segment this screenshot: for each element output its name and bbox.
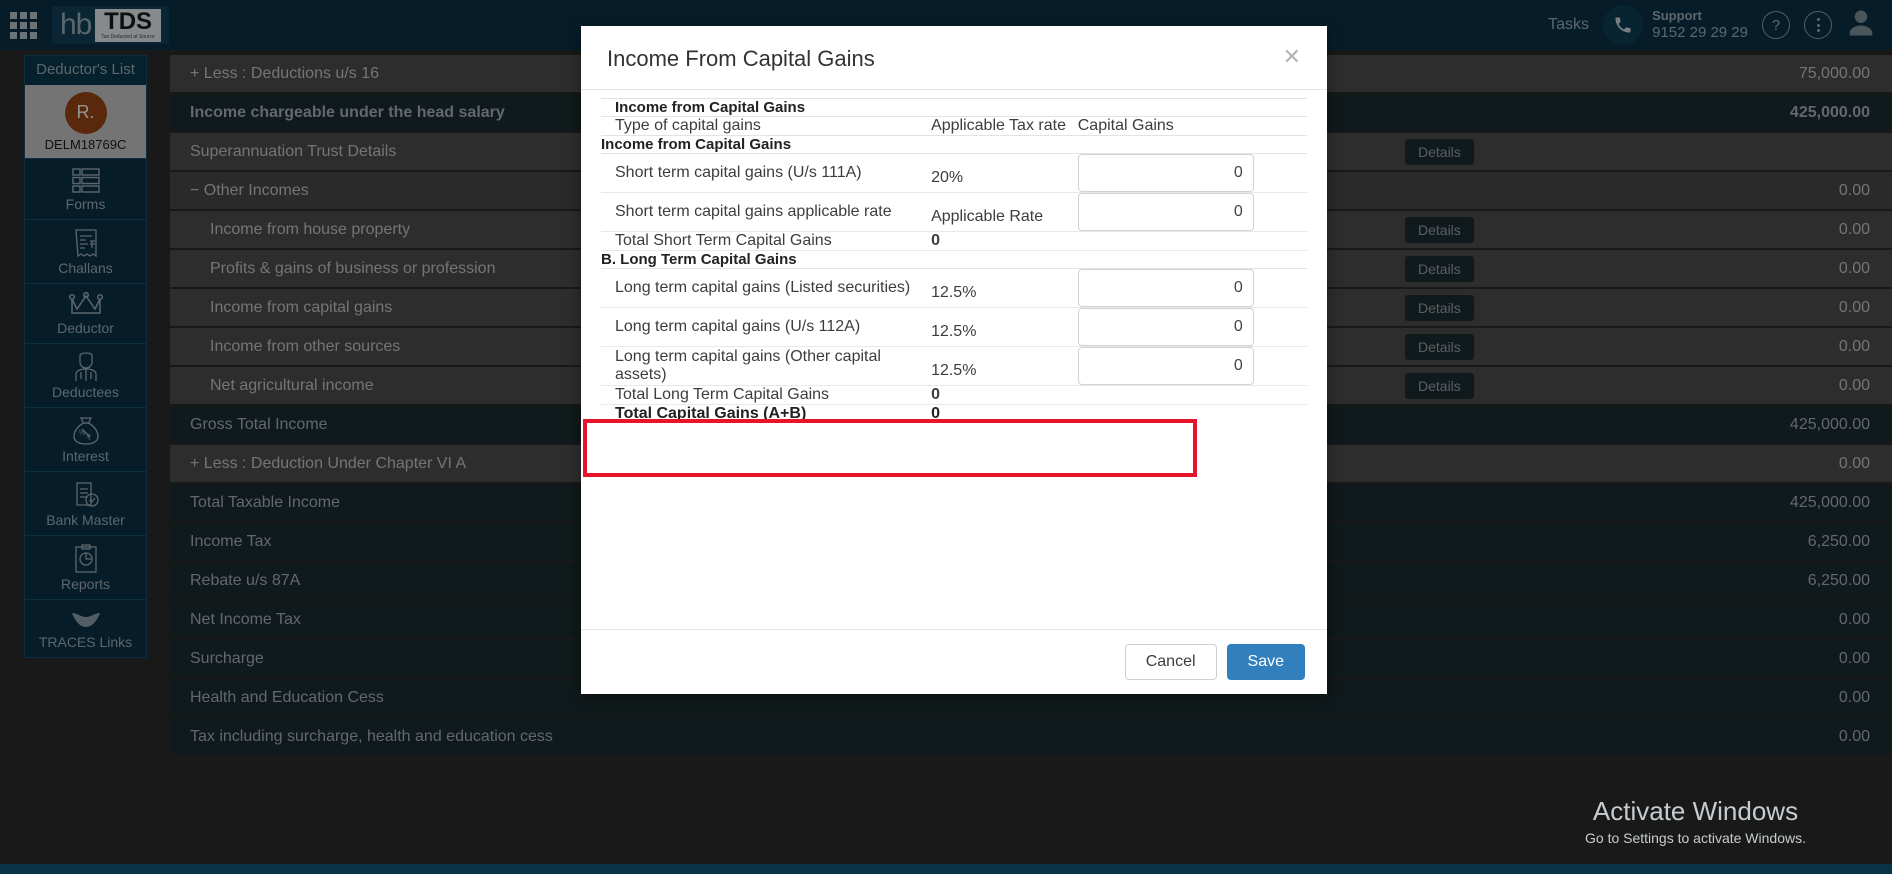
- section-a-title: Income from Capital Gains: [601, 135, 1307, 154]
- row-input-cell: [1077, 153, 1307, 193]
- modal-header: Income From Capital Gains ✕: [581, 26, 1327, 90]
- long-term-row: Long term capital gains (Listed securiti…: [601, 268, 1307, 308]
- row-rate: 12.5%: [931, 346, 1078, 386]
- section-a-header-row: Income from Capital Gains: [601, 135, 1307, 154]
- column-header-row: Type of capital gains Applicable Tax rate…: [601, 116, 1307, 136]
- total-value: 0: [931, 385, 1078, 405]
- capital-gains-input[interactable]: [1077, 269, 1254, 307]
- total-label: Total Short Term Capital Gains: [601, 231, 932, 251]
- capital-gains-input[interactable]: [1077, 154, 1254, 192]
- row-rate: Applicable Rate: [931, 192, 1078, 232]
- grand-spacer: [1078, 405, 1307, 424]
- row-input-cell: [1077, 346, 1307, 386]
- row-label: Short term capital gains applicable rate: [601, 192, 932, 232]
- modal-footer: Cancel Save: [581, 629, 1327, 694]
- total-label: Total Long Term Capital Gains: [601, 385, 932, 405]
- row-label: Long term capital gains (Other capital a…: [601, 346, 932, 386]
- modal-title: Income From Capital Gains: [607, 46, 875, 71]
- long-term-total-row: Total Long Term Capital Gains 0: [601, 385, 1307, 405]
- capital-gains-input[interactable]: [1077, 308, 1254, 346]
- grand-total-row: Total Capital Gains (A+B) 0: [601, 405, 1307, 424]
- section-header-row: Income from Capital Gains: [601, 98, 1307, 117]
- total-spacer: [1077, 231, 1307, 251]
- app-root: hb TDS Tax Deducted at Source Tasks Supp…: [0, 0, 1892, 874]
- cancel-button[interactable]: Cancel: [1124, 644, 1217, 680]
- row-input-cell: [1077, 192, 1307, 232]
- grand-total-label: Total Capital Gains (A+B): [615, 405, 807, 422]
- long-term-row: Long term capital gains (U/s 112A) 12.5%: [601, 307, 1307, 347]
- row-rate: 12.5%: [931, 307, 1078, 347]
- column-header-type: Type of capital gains: [601, 116, 932, 136]
- row-label: Long term capital gains (Listed securiti…: [601, 268, 932, 308]
- short-term-total-row: Total Short Term Capital Gains 0: [601, 231, 1307, 251]
- bottom-strip: [0, 864, 1892, 874]
- modal-body: Income from Capital Gains Type of capital…: [581, 90, 1327, 629]
- long-term-row: Long term capital gains (Other capital a…: [601, 346, 1307, 386]
- capital-gains-input[interactable]: [1077, 347, 1254, 385]
- row-rate: 12.5%: [931, 268, 1078, 308]
- row-rate: 20%: [931, 153, 1078, 193]
- capital-gains-modal: Income From Capital Gains ✕ Income from …: [581, 26, 1327, 694]
- total-spacer: [1077, 385, 1307, 405]
- short-term-row: Short term capital gains applicable rate…: [601, 192, 1307, 232]
- row-input-cell: [1077, 268, 1307, 308]
- section-b-title: B. Long Term Capital Gains: [601, 250, 1307, 269]
- capital-gains-table: Income from Capital Gains Type of capital…: [601, 98, 1307, 423]
- total-value: 0: [931, 231, 1078, 251]
- save-button[interactable]: Save: [1226, 644, 1305, 680]
- close-icon[interactable]: ✕: [1283, 46, 1301, 68]
- row-input-cell: [1077, 307, 1307, 347]
- row-label: Short term capital gains (U/s 111A): [601, 153, 932, 193]
- column-header-rate: Applicable Tax rate: [931, 116, 1078, 136]
- grand-total-value: 0: [931, 405, 940, 422]
- row-label: Long term capital gains (U/s 112A): [601, 307, 932, 347]
- column-header-gains: Capital Gains: [1077, 116, 1307, 136]
- capital-gains-input[interactable]: [1077, 193, 1254, 231]
- short-term-row: Short term capital gains (U/s 111A) 20%: [601, 153, 1307, 193]
- section-title: Income from Capital Gains: [601, 98, 1307, 117]
- section-b-header-row: B. Long Term Capital Gains: [601, 250, 1307, 269]
